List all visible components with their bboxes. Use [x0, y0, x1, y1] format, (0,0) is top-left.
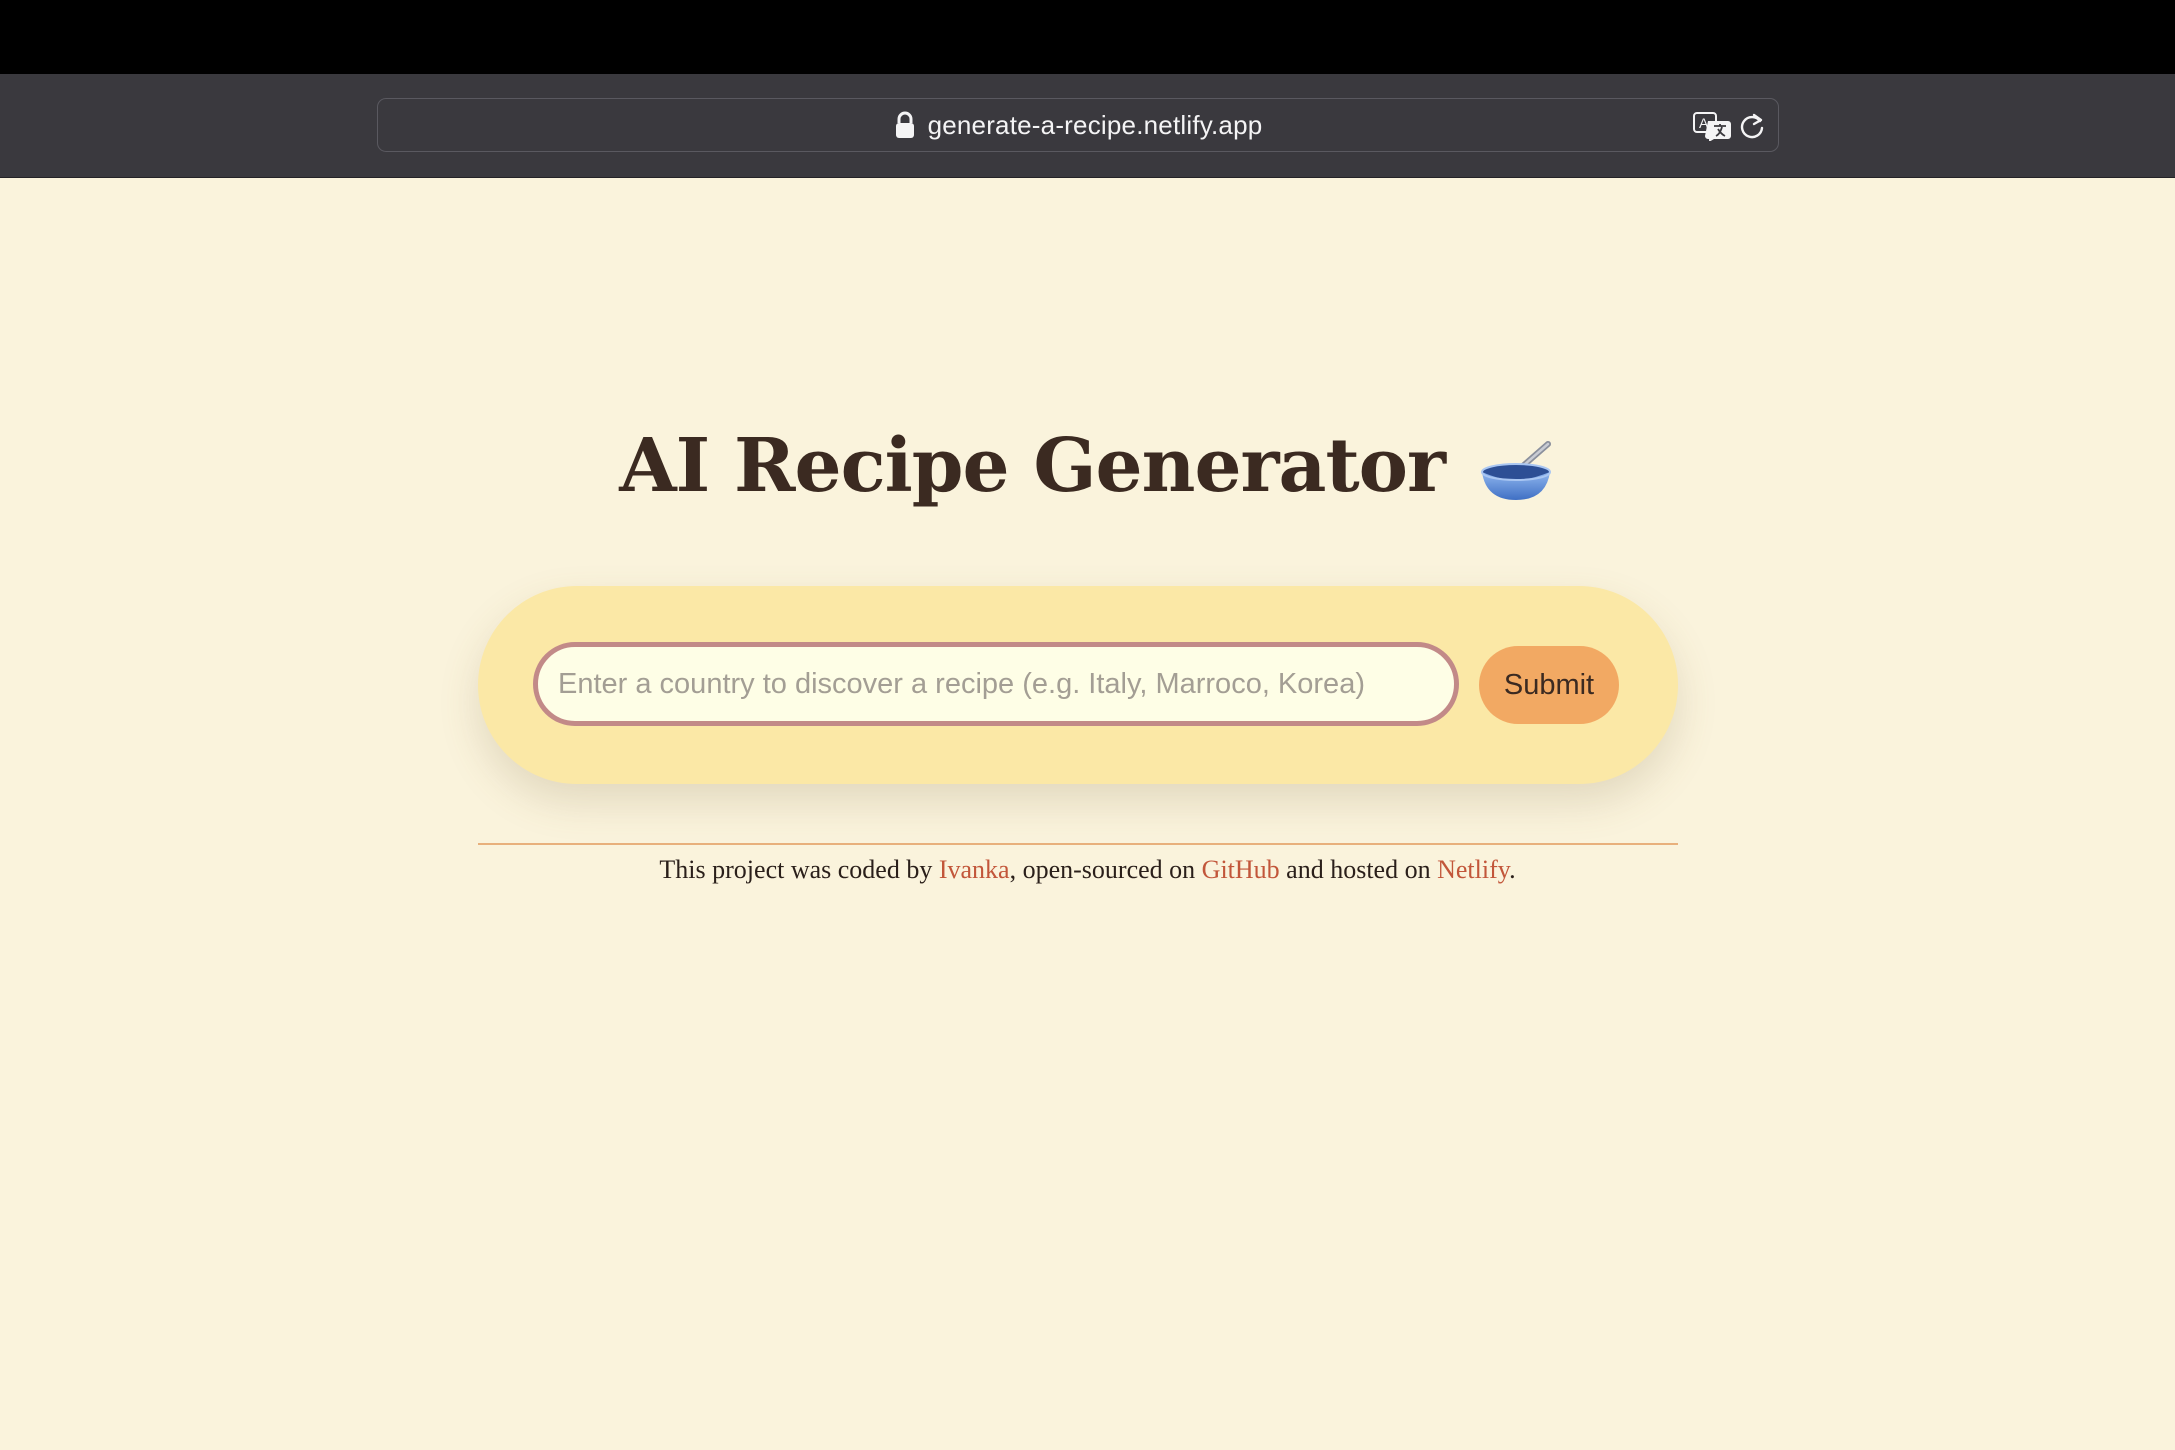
lock-icon [894, 111, 916, 139]
address-bar[interactable]: generate-a-recipe.netlify.app A [377, 98, 1779, 152]
github-link[interactable]: GitHub [1202, 855, 1280, 884]
page-title: AI Recipe Generator [0, 423, 2175, 509]
country-search-input[interactable] [533, 642, 1459, 726]
url-text[interactable]: generate-a-recipe.netlify.app [928, 110, 1263, 141]
recipe-form: Submit [478, 586, 1678, 784]
netlify-link[interactable]: Netlify [1437, 855, 1509, 884]
submit-button[interactable]: Submit [1479, 646, 1619, 724]
author-link[interactable]: Ivanka [939, 855, 1010, 884]
footer-text-2: , open-sourced on [1009, 855, 1202, 884]
translate-icon[interactable]: A [1692, 111, 1732, 142]
footer-text-1: This project was coded by [659, 855, 939, 884]
page-content: AI Recipe Generator Submit This project [0, 179, 2175, 1450]
footer-text-3: and hosted on [1279, 855, 1438, 884]
bowl-with-spoon-icon [1480, 434, 1556, 500]
footer-credits: This project was coded by Ivanka, open-s… [0, 855, 2175, 885]
footer-text-4: . [1509, 855, 1516, 884]
browser-toolbar: generate-a-recipe.netlify.app A [0, 74, 2175, 178]
screen-bezel [0, 0, 2175, 74]
reload-icon[interactable] [1738, 112, 1766, 140]
page-title-text: AI Recipe Generator [619, 423, 1446, 509]
footer-divider [478, 843, 1678, 845]
